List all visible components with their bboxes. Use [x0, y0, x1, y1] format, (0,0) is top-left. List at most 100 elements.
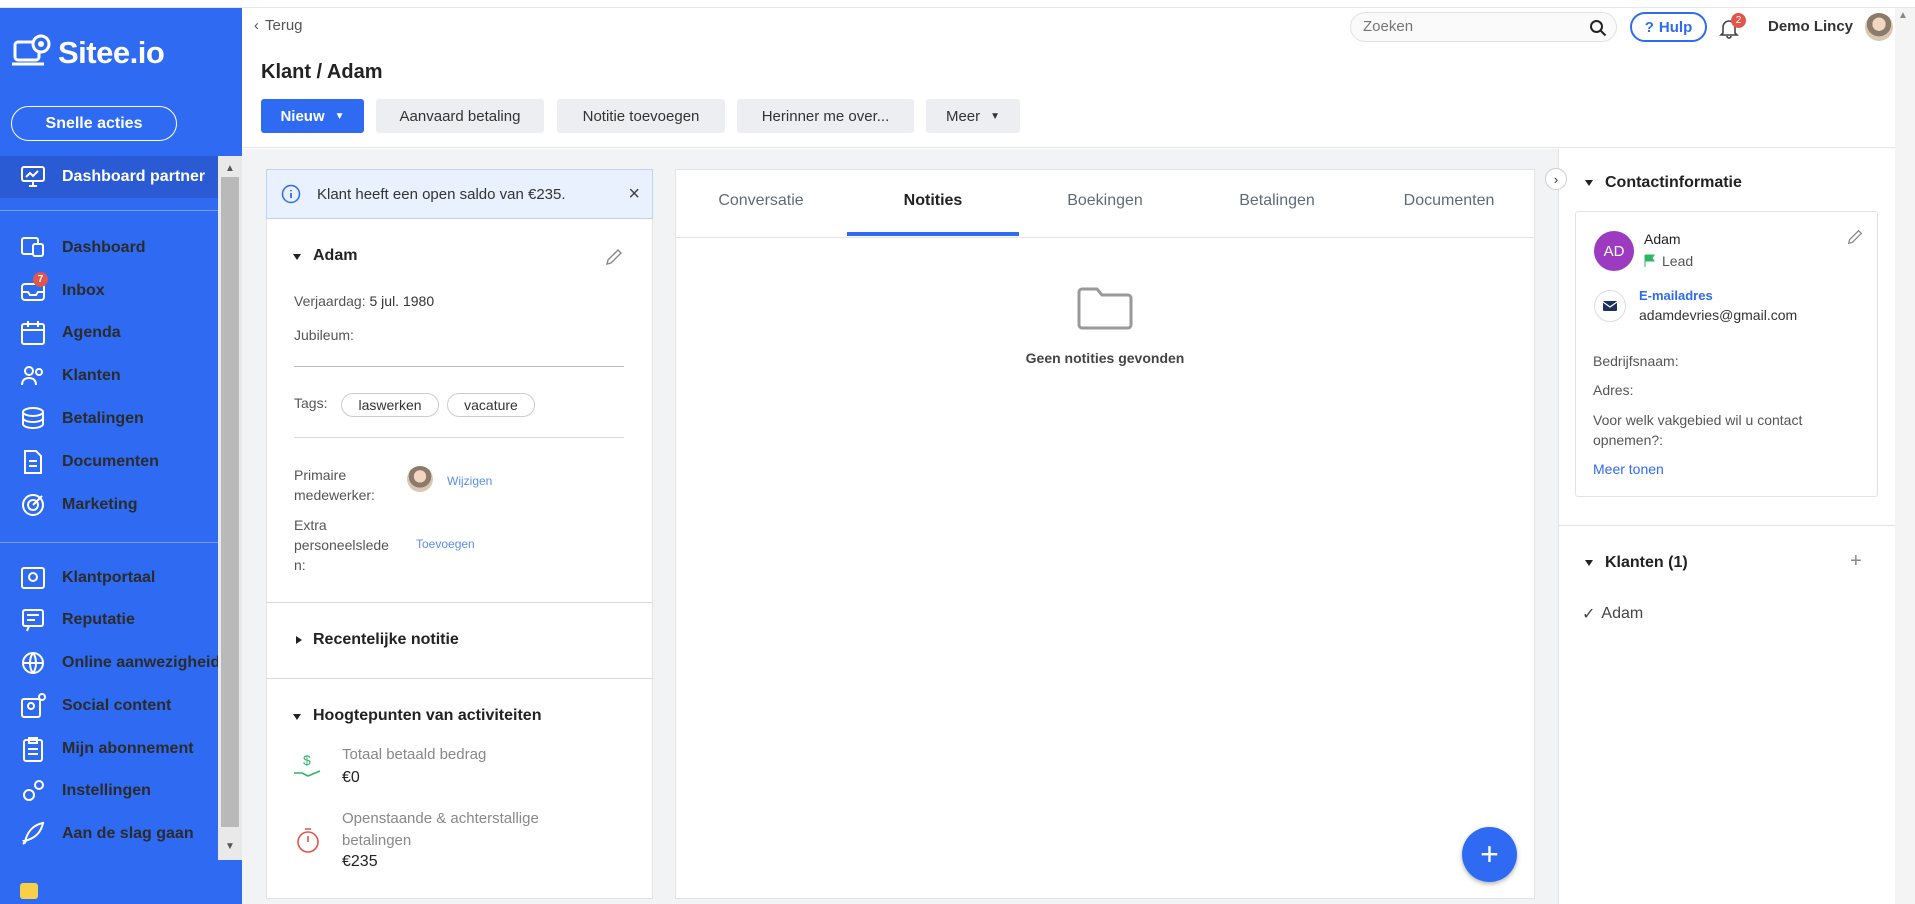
add-note-fab[interactable]: +: [1462, 827, 1517, 882]
tab-betalingen[interactable]: Betalingen: [1191, 192, 1363, 238]
sidebar-item-label: Dashboard: [62, 239, 146, 256]
sidebar-scroll-thumb[interactable]: [221, 177, 239, 827]
back-link[interactable]: ‹ Terug: [254, 17, 303, 34]
caret-right-icon[interactable]: [296, 636, 302, 644]
sidebar-item-social-content[interactable]: Social content: [0, 686, 218, 726]
add-link[interactable]: Toevoegen: [416, 537, 475, 551]
sidebar-divider: [0, 542, 218, 543]
help-label: Hulp: [1658, 18, 1693, 36]
accept-payment-button[interactable]: Aanvaard betaling: [376, 99, 544, 133]
label-line: Primaire: [294, 467, 347, 483]
tab-documenten[interactable]: Documenten: [1363, 192, 1535, 238]
add-client-icon[interactable]: +: [1850, 550, 1862, 573]
search-icon[interactable]: [1589, 19, 1607, 37]
sidebar-item-online-aanwezigheid[interactable]: Online aanwezigheid: [0, 643, 220, 683]
sidebar-item-klantportaal[interactable]: Klantportaal: [0, 558, 218, 598]
mail-icon[interactable]: [1594, 290, 1626, 322]
caret-down-icon[interactable]: [293, 254, 301, 260]
status-text: Lead: [1662, 253, 1694, 269]
gift-icon: [20, 883, 38, 899]
caret-down-icon[interactable]: [293, 714, 301, 720]
sidebar-item-reputatie[interactable]: Reputatie: [0, 600, 218, 640]
recent-note-toggle[interactable]: Recentelijke notitie: [313, 631, 459, 649]
caret-down-icon: ▼: [334, 110, 345, 122]
total-paid-value: €0: [342, 769, 360, 786]
sidebar-item-dashboard[interactable]: Dashboard: [0, 228, 218, 268]
sidebar-item-dashboard-partner[interactable]: Dashboard partner: [0, 156, 218, 198]
divider: [1559, 525, 1895, 526]
back-label: Terug: [265, 17, 303, 34]
logo[interactable]: Sitee.io: [12, 34, 165, 72]
jubilee-input-line[interactable]: [294, 366, 624, 367]
sidebar-item-agenda[interactable]: Agenda: [0, 313, 218, 353]
question-icon: ?: [1644, 18, 1654, 36]
dashboard-icon: [18, 233, 48, 263]
label-line: Voor welk vakgebied wil u contact: [1593, 412, 1803, 428]
scroll-up-icon[interactable]: ▲: [221, 160, 239, 176]
change-link[interactable]: Wijzigen: [447, 474, 492, 488]
calendar-icon: [18, 318, 48, 348]
tab-boekingen[interactable]: Boekingen: [1019, 192, 1191, 238]
sidebar-item-label: Marketing: [62, 496, 138, 513]
highlights-toggle[interactable]: Hoogtepunten van activiteiten: [313, 707, 541, 725]
birthday-label: Verjaardag: 5 jul. 1980: [294, 293, 434, 309]
user-avatar[interactable]: [1865, 13, 1893, 41]
globe-icon: [18, 648, 48, 678]
sidebar-item-mijn-abonnement[interactable]: Mijn abonnement: [0, 729, 218, 769]
collapse-panel-button[interactable]: ›: [1545, 168, 1567, 190]
sidebar-item-label: Documenten: [62, 453, 159, 470]
sidebar-item-betalingen[interactable]: Betalingen: [0, 399, 218, 439]
contact-info-title: Contactinformatie: [1605, 174, 1742, 191]
scroll-up-icon[interactable]: ▲: [1898, 10, 1908, 21]
info-icon: [281, 184, 301, 204]
caret-down-icon[interactable]: [1585, 180, 1593, 186]
coins-icon: [18, 404, 48, 434]
sidebar-item-marketing[interactable]: Marketing: [0, 485, 218, 525]
sidebar-item-label: Inbox: [62, 282, 105, 299]
more-button[interactable]: Meer ▼: [926, 99, 1020, 133]
page-scrollbar[interactable]: [1895, 8, 1915, 904]
sidebar-item-label: Mijn abonnement: [62, 740, 194, 757]
pencil-icon[interactable]: [1846, 228, 1864, 246]
client-item[interactable]: ✓ Adam: [1582, 604, 1643, 624]
tag-chip[interactable]: laswerken: [341, 393, 439, 417]
customer-name: Adam: [313, 247, 358, 264]
add-note-button[interactable]: Notitie toevoegen: [557, 99, 725, 133]
label-line: opnemen?:: [1593, 432, 1664, 448]
label-line: Extra: [294, 517, 327, 533]
search-box[interactable]: [1350, 12, 1617, 42]
remind-button[interactable]: Herinner me over...: [737, 99, 914, 133]
help-button[interactable]: ? Hulp: [1630, 12, 1707, 42]
sidebar-item-aan-de-slag-gaan[interactable]: Aan de slag gaan: [0, 814, 218, 854]
tags-label: Tags:: [294, 395, 328, 411]
sidebar-item-label: Klantportaal: [62, 569, 156, 586]
birthday-value: 5 jul. 1980: [369, 293, 435, 309]
new-button[interactable]: Nieuw ▼: [261, 99, 364, 133]
user-name[interactable]: Demo Lincy: [1768, 18, 1853, 35]
sidebar-item-documenten[interactable]: Documenten: [0, 442, 218, 482]
label-line: medewerker:: [294, 487, 375, 503]
contact-avatar: AD: [1594, 231, 1634, 271]
document-icon: [18, 447, 48, 477]
label-line: personeelslede: [294, 537, 389, 553]
close-icon[interactable]: ×: [628, 183, 640, 206]
quick-actions-button[interactable]: Snelle acties: [11, 106, 177, 141]
sidebar-item-label: Reputatie: [62, 611, 135, 628]
sidebar-item-klanten[interactable]: Klanten: [0, 356, 218, 396]
sidebar-item-instellingen[interactable]: Instellingen: [0, 771, 218, 811]
tab-conversatie[interactable]: Conversatie: [676, 192, 846, 238]
pencil-icon[interactable]: [604, 247, 624, 267]
logo-text: Sitee.io: [58, 35, 165, 70]
sidebar-item-label: Klanten: [62, 367, 121, 384]
tag-chip[interactable]: vacature: [447, 393, 535, 417]
outstanding-label: Openstaande & achterstallige betalingen: [342, 808, 539, 852]
extra-staff-label: Extra personeelslede n:: [294, 515, 389, 575]
reputation-icon: [18, 605, 48, 635]
email-value[interactable]: adamdevries@gmail.com: [1639, 307, 1797, 323]
caret-down-icon[interactable]: [1585, 560, 1593, 566]
field-question: Voor welk vakgebied wil u contact opnemen…: [1593, 410, 1802, 450]
show-more-link[interactable]: Meer tonen: [1593, 461, 1664, 477]
search-input[interactable]: [1363, 18, 1583, 35]
users-icon: [18, 361, 48, 391]
scroll-down-icon[interactable]: ▼: [221, 838, 239, 854]
